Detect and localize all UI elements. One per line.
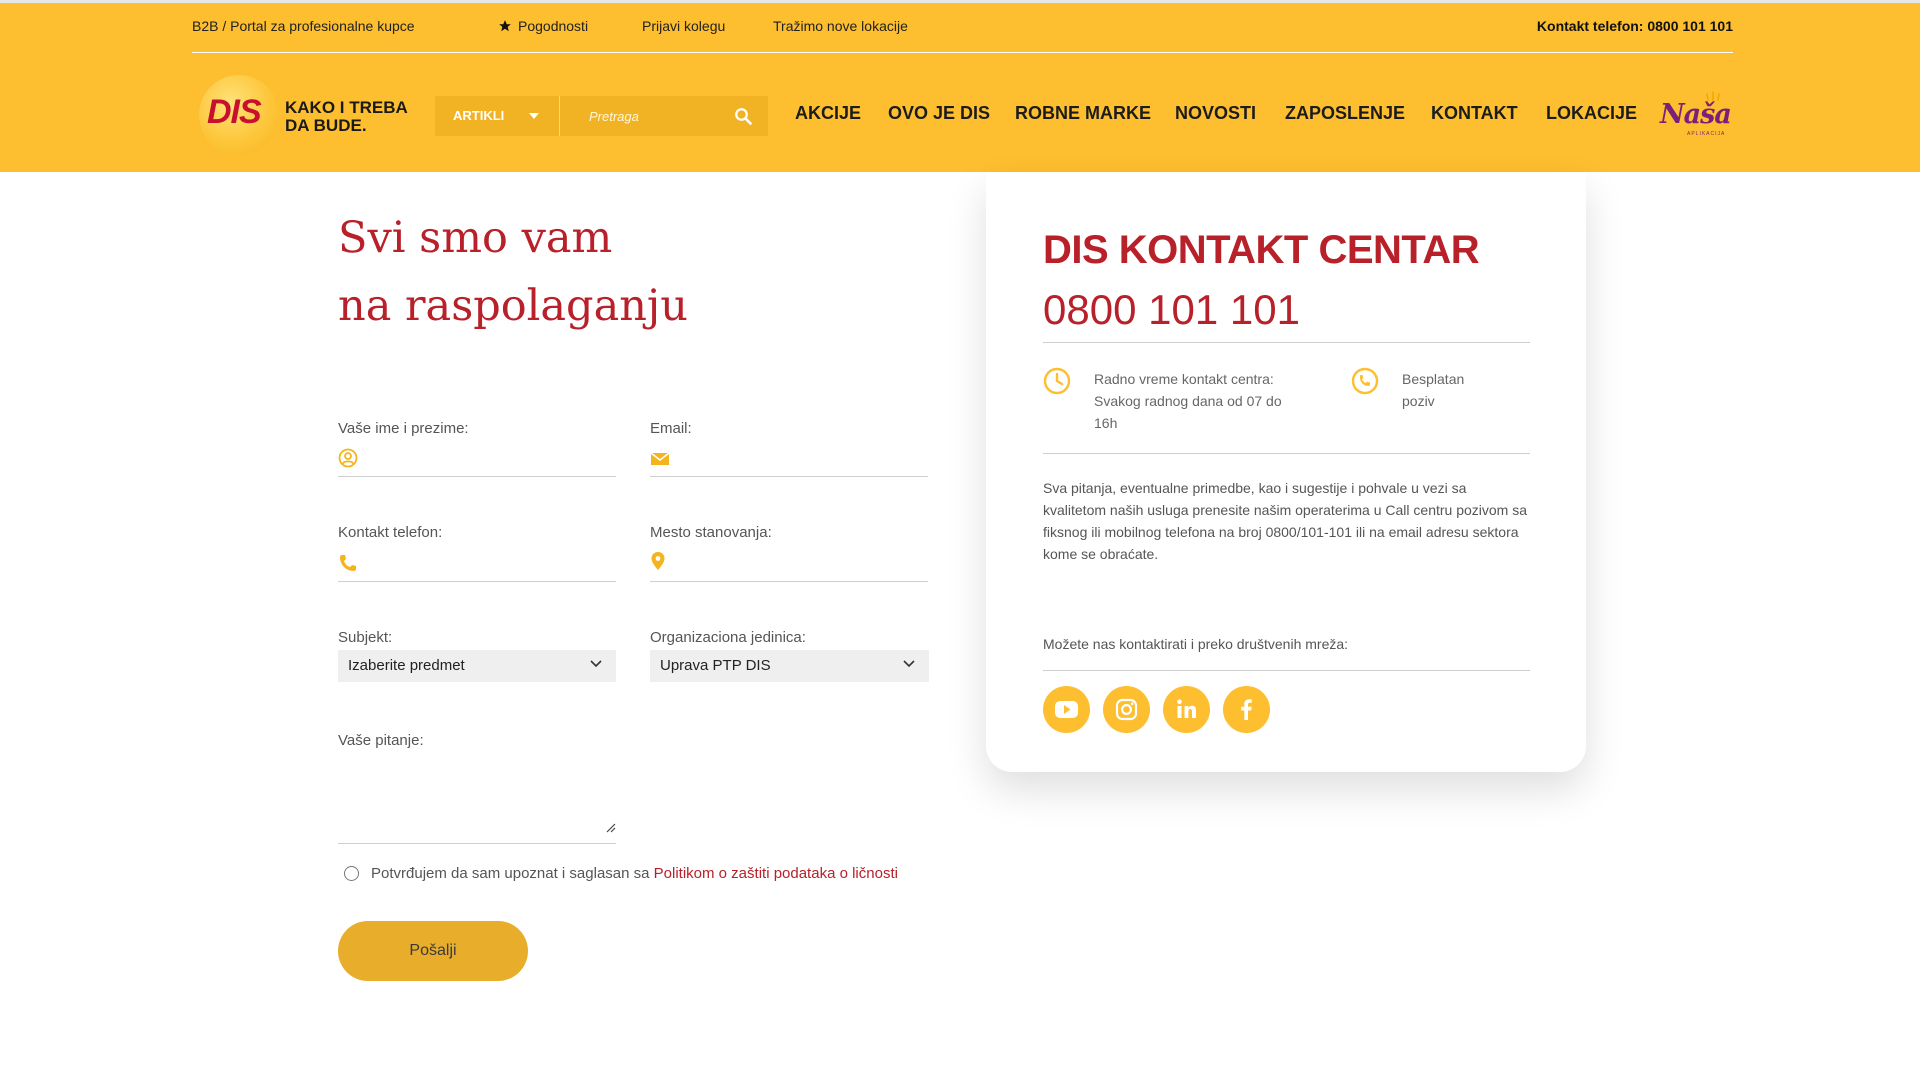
card-phone[interactable]: 0800 101 101 bbox=[1043, 286, 1300, 334]
social-label: Možete nas kontaktirati i preko društven… bbox=[1043, 636, 1349, 652]
prijavi-kolegu-link[interactable]: Prijavi kolegu bbox=[642, 18, 725, 34]
chevron-down-icon bbox=[590, 660, 602, 668]
submit-button[interactable]: Pošalji bbox=[338, 921, 528, 981]
dis-logo-text: DIS bbox=[207, 93, 262, 131]
category-dropdown[interactable]: ARTIKLI bbox=[435, 96, 560, 136]
phone-label: Kontakt telefon: bbox=[338, 524, 443, 541]
nasa-app-subtitle: APLIKACIJA bbox=[1687, 131, 1726, 137]
consent-label: Potvrđujem da sam upoznat i saglasan sa bbox=[371, 865, 654, 882]
location-pin-icon bbox=[651, 552, 665, 570]
nav-novosti[interactable]: NOVOSTI bbox=[1175, 103, 1256, 127]
chevron-down-icon bbox=[903, 660, 915, 668]
nav-ovo-je-dis[interactable]: OVO JE DIS bbox=[888, 103, 990, 127]
slogan-line: KAKO I TREBA bbox=[285, 98, 408, 117]
pogodnosti-link[interactable]: Pogodnosti bbox=[498, 18, 588, 34]
linkedin-icon bbox=[1177, 699, 1196, 718]
caret-down-icon bbox=[529, 113, 539, 119]
card-divider bbox=[1043, 342, 1530, 343]
form-title: Svi smo vam na raspolaganju bbox=[338, 204, 688, 340]
facebook-link[interactable] bbox=[1223, 686, 1270, 733]
question-label: Vaše pitanje: bbox=[338, 732, 424, 749]
subject-label: Subjekt: bbox=[338, 629, 393, 646]
free-call-info: Besplatan poziv bbox=[1402, 368, 1464, 412]
nav-lokacije[interactable]: LOKACIJE bbox=[1546, 103, 1637, 127]
nav-robne-marke[interactable]: ROBNE MARKE bbox=[1015, 103, 1151, 127]
org-label: Organizaciona jedinica: bbox=[650, 629, 806, 646]
nasa-app-logo[interactable]: Naša bbox=[1660, 99, 1732, 130]
name-underline bbox=[338, 476, 616, 477]
search-bar: ARTIKLI bbox=[435, 96, 768, 136]
city-underline bbox=[650, 581, 928, 582]
facebook-icon bbox=[1241, 699, 1252, 720]
question-textarea[interactable] bbox=[338, 760, 616, 842]
org-select[interactable]: Uprava PTP DIS bbox=[650, 650, 929, 682]
nav-kontakt[interactable]: KONTAKT bbox=[1431, 103, 1518, 127]
card-divider bbox=[1043, 670, 1530, 671]
subject-selected: Izaberite predmet bbox=[348, 657, 465, 674]
youtube-link[interactable] bbox=[1043, 686, 1090, 733]
name-input[interactable] bbox=[366, 446, 616, 472]
subject-select[interactable]: Izaberite predmet bbox=[338, 650, 616, 682]
hours-line: Radno vreme kontakt centra: bbox=[1094, 371, 1274, 387]
phone-circle-icon bbox=[1351, 367, 1379, 395]
youtube-icon bbox=[1055, 701, 1078, 718]
card-divider bbox=[1043, 453, 1530, 454]
city-input[interactable] bbox=[678, 550, 928, 576]
hours-line: Svakog radnog dana od 07 do bbox=[1094, 393, 1282, 409]
question-underline bbox=[338, 843, 616, 844]
nav-akcije[interactable]: AKCIJE bbox=[795, 103, 861, 127]
header-phone: Kontakt telefon: 0800 101 101 bbox=[1536, 18, 1733, 34]
card-title: DIS KONTAKT CENTAR bbox=[1043, 228, 1480, 272]
clock-icon bbox=[1043, 367, 1071, 395]
nav-zaposlenje[interactable]: ZAPOSLENJE bbox=[1285, 103, 1405, 127]
consent-radio[interactable] bbox=[344, 866, 359, 881]
site-header: B2B / Portal za profesionalne kupce Pogo… bbox=[0, 0, 1920, 172]
hours-line: 16h bbox=[1094, 415, 1118, 431]
category-label: ARTIKLI bbox=[453, 108, 505, 123]
top-bar: B2B / Portal za profesionalne kupce Pogo… bbox=[192, 3, 1733, 53]
b2b-link[interactable]: B2B / Portal za profesionalne kupce bbox=[192, 18, 415, 34]
form-title-line: na raspolaganju bbox=[338, 281, 688, 331]
instagram-link[interactable] bbox=[1103, 686, 1150, 733]
email-underline bbox=[650, 476, 928, 477]
name-label: Vaše ime i prezime: bbox=[338, 420, 469, 437]
phone-icon bbox=[340, 555, 356, 571]
slogan-line: DA BUDE. bbox=[285, 116, 367, 135]
linkedin-link[interactable] bbox=[1163, 686, 1210, 733]
card-description: Sva pitanja, eventualne primedbe, kao i … bbox=[1043, 480, 1528, 562]
user-icon bbox=[338, 448, 358, 468]
contact-card: DIS KONTAKT CENTAR 0800 101 101 Radno vr… bbox=[986, 172, 1586, 772]
city-label: Mesto stanovanja: bbox=[650, 524, 772, 541]
search-icon[interactable] bbox=[734, 107, 752, 125]
hours-info: Radno vreme kontakt centra: Svakog radno… bbox=[1094, 368, 1282, 434]
org-selected: Uprava PTP DIS bbox=[660, 657, 771, 674]
form-title-line: Svi smo vam bbox=[338, 213, 613, 263]
email-input[interactable] bbox=[678, 446, 928, 472]
consent-text: Potvrđujem da sam upoznat i saglasan sa … bbox=[371, 865, 898, 882]
free-call-line: poziv bbox=[1402, 393, 1435, 409]
resize-handle-icon[interactable] bbox=[604, 821, 616, 833]
instagram-icon bbox=[1115, 698, 1138, 721]
nove-lokacije-link[interactable]: Tražimo nove lokacije bbox=[773, 18, 908, 34]
email-label: Email: bbox=[650, 420, 692, 437]
envelope-icon bbox=[650, 452, 670, 465]
pogodnosti-label: Pogodnosti bbox=[518, 18, 589, 34]
star-icon bbox=[499, 20, 511, 32]
slogan: KAKO I TREBA DA BUDE. bbox=[285, 99, 408, 135]
free-call-line: Besplatan bbox=[1402, 371, 1465, 387]
search-input[interactable] bbox=[561, 96, 731, 136]
phone-input[interactable] bbox=[366, 550, 616, 576]
phone-underline bbox=[338, 581, 616, 582]
privacy-policy-link[interactable]: Politikom o zaštiti podataka o ličnosti bbox=[654, 865, 898, 882]
